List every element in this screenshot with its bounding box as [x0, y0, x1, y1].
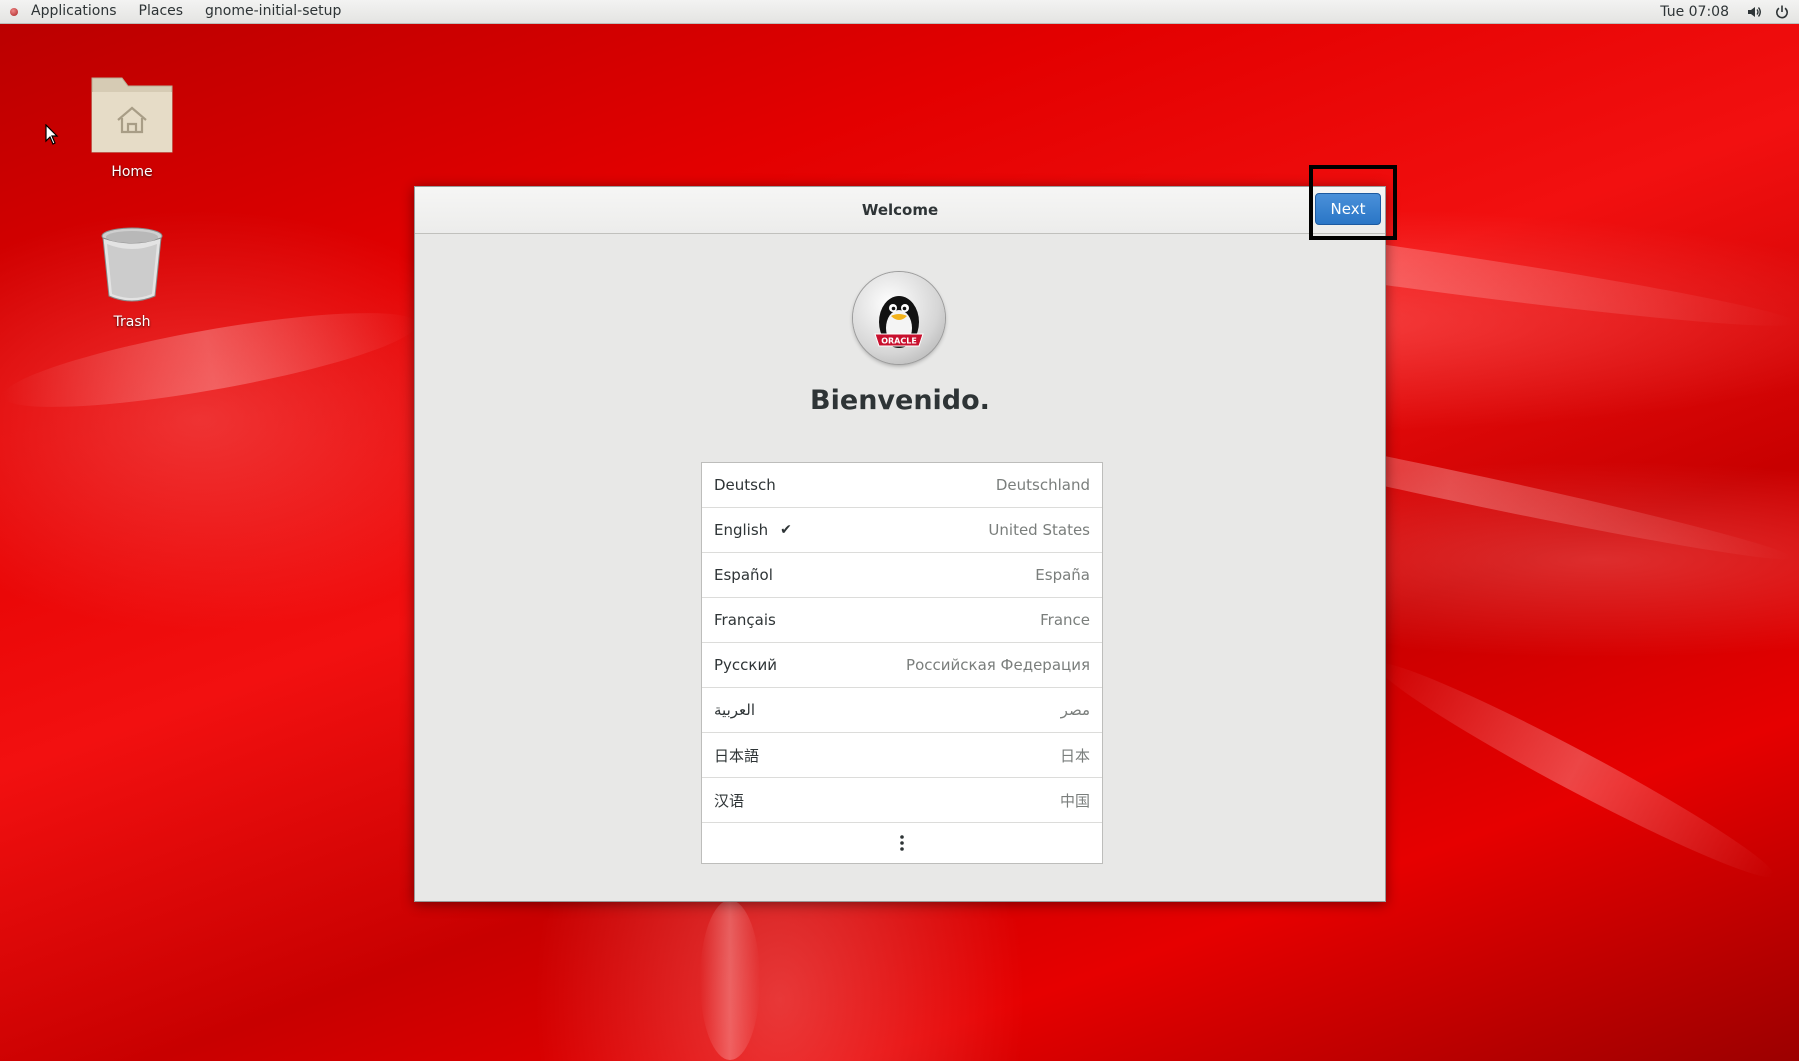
power-icon[interactable] [1771, 0, 1793, 23]
dialog-title: Welcome [861, 201, 939, 219]
language-row[interactable]: Deutsch Deutschland [702, 463, 1102, 508]
language-name-text: 日本語 [714, 746, 760, 765]
top-bar: Applications Places gnome-initial-setup … [0, 0, 1799, 24]
language-row[interactable]: Русский Российская Федерация [702, 643, 1102, 688]
system-tray: Tue 07:08 [1646, 0, 1799, 23]
language-row[interactable]: English ✔ United States [702, 508, 1102, 553]
language-name: 汉语 [714, 790, 744, 811]
language-row[interactable]: العربية مصر [702, 688, 1102, 733]
initial-setup-dialog: Welcome ORACLE Bienvenido. Deutsch Deutsc… [414, 186, 1386, 902]
dialog-header: Welcome [415, 187, 1385, 234]
svg-text:ORACLE: ORACLE [881, 337, 917, 346]
language-row[interactable]: Español España [702, 553, 1102, 598]
places-menu[interactable]: Places [128, 0, 195, 23]
language-region: United States [988, 521, 1090, 539]
language-row[interactable]: 汉语 中国 [702, 778, 1102, 823]
welcome-heading: Bienvenido. [810, 385, 990, 416]
language-region: Deutschland [995, 476, 1090, 494]
language-region: مصر [1060, 701, 1090, 719]
language-name: Español [714, 566, 773, 584]
language-row[interactable]: Français France [702, 598, 1102, 643]
volume-icon[interactable] [1743, 0, 1765, 23]
top-bar-menu: Applications Places gnome-initial-setup [0, 0, 352, 23]
home-folder-icon [91, 77, 173, 153]
next-button[interactable]: Next [1315, 193, 1381, 225]
language-name: Deutsch [714, 476, 776, 494]
language-region: France [1040, 611, 1090, 629]
language-name-text: Español [714, 566, 773, 584]
mouse-pointer-icon [45, 123, 59, 150]
check-icon: ✔ [780, 522, 792, 538]
language-name-text: Русский [714, 656, 777, 674]
home-label: Home [111, 164, 153, 180]
language-name: Русский [714, 656, 777, 674]
oracle-linux-logo: ORACLE [853, 272, 945, 364]
more-vertical-icon [900, 835, 904, 851]
language-name-text: العربية [714, 701, 755, 719]
language-name-text: English [714, 521, 769, 539]
language-region: 中国 [1059, 791, 1090, 810]
language-name-text: Deutsch [714, 476, 776, 494]
language-name: العربية [714, 701, 755, 719]
language-row[interactable]: 日本語 日本 [702, 733, 1102, 778]
language-region: Российская Федерация [906, 656, 1090, 674]
applications-menu[interactable]: Applications [20, 0, 128, 23]
applications-icon [10, 7, 18, 16]
trash-label: Trash [113, 314, 151, 330]
trash-desktop-icon[interactable]: Trash [72, 224, 192, 330]
language-region: 日本 [1059, 746, 1090, 765]
language-region: España [1035, 566, 1090, 584]
language-list: Deutsch Deutschland English ✔ United States E… [701, 462, 1103, 864]
home-desktop-icon[interactable]: Home [72, 70, 192, 180]
app-menu[interactable]: gnome-initial-setup [194, 0, 352, 23]
language-name: Français [714, 611, 776, 629]
language-name-text: 汉语 [714, 791, 745, 810]
language-name: 日本語 [714, 745, 759, 766]
language-name-text: Français [714, 611, 776, 629]
trash-icon [101, 227, 163, 302]
more-languages-button[interactable] [702, 823, 1102, 863]
language-name: English ✔ [714, 521, 792, 539]
clock[interactable]: Tue 07:08 [1646, 4, 1743, 20]
